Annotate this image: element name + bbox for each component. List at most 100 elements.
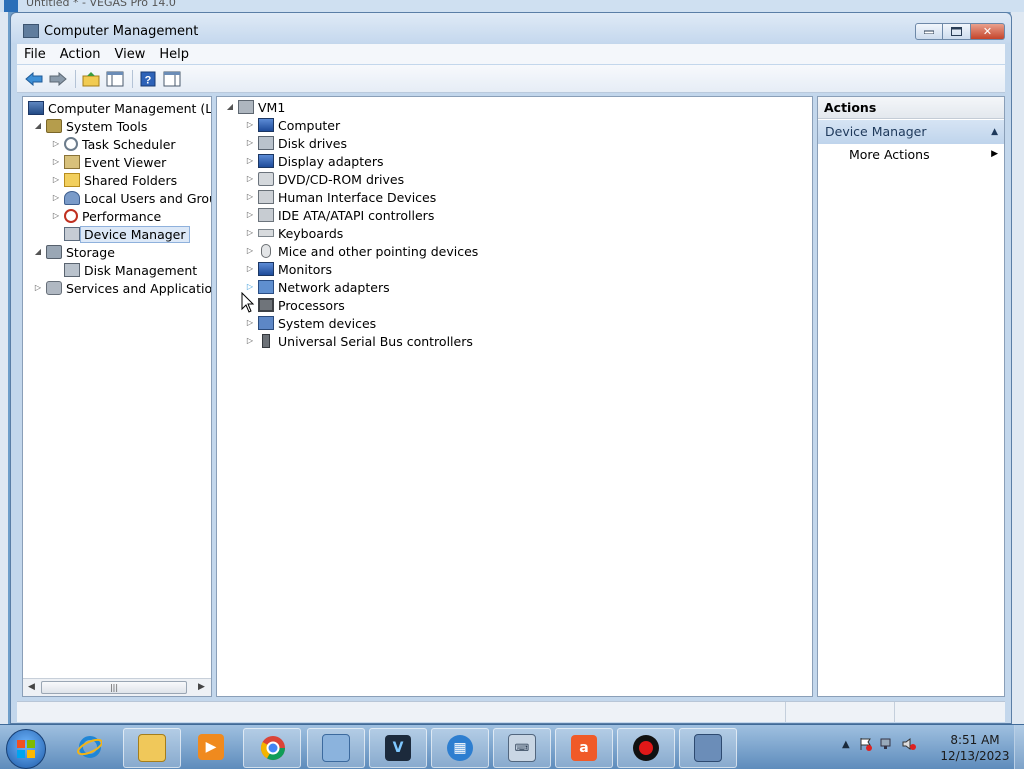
more-actions-link[interactable]: More Actions	[849, 147, 930, 162]
tree-item-storage[interactable]: ◢ Storage	[33, 243, 115, 261]
tree-item-system-tools[interactable]: ◢ System Tools	[33, 117, 147, 135]
actions-section-device-manager[interactable]: Device Manager ▲	[818, 120, 1004, 144]
device-category-monitors[interactable]: ▷ Monitors	[245, 260, 332, 278]
show-hidden-icons-icon[interactable]: ▲	[842, 739, 850, 750]
horizontal-scrollbar[interactable]: ◀ ||| ▶	[23, 678, 211, 696]
help-button[interactable]: ?	[137, 69, 159, 89]
close-button[interactable]: ✕	[971, 23, 1005, 40]
expand-arrow-icon[interactable]: ▷	[245, 336, 255, 346]
device-manager-icon	[64, 227, 80, 241]
collapse-section-icon[interactable]: ▲	[991, 120, 998, 144]
expand-arrow-icon[interactable]: ▷	[245, 138, 255, 148]
taskbar-vegas-pro[interactable]: V	[369, 728, 427, 768]
expand-arrow-icon[interactable]: ▷	[245, 246, 255, 256]
start-button[interactable]	[6, 729, 46, 769]
scrollbar-thumb[interactable]: |||	[41, 681, 187, 694]
expand-arrow-icon[interactable]: ▷	[245, 264, 255, 274]
network-icon[interactable]	[880, 737, 894, 751]
device-category-label: Display adapters	[278, 153, 384, 169]
device-tree-root[interactable]: ◢ VM1	[225, 98, 285, 116]
device-category-mice[interactable]: ▷ Mice and other pointing devices	[245, 242, 478, 260]
taskbar-screen-recorder[interactable]	[617, 728, 675, 768]
taskbar-chrome[interactable]	[243, 728, 301, 768]
device-category-ide-controllers[interactable]: ▷ IDE ATA/ATAPI controllers	[245, 206, 434, 224]
taskbar-remote-desktop[interactable]	[307, 728, 365, 768]
device-category-usb-controllers[interactable]: ▷ Universal Serial Bus controllers	[245, 332, 473, 350]
collapse-arrow-icon[interactable]: ◢	[225, 102, 235, 112]
expand-arrow-icon[interactable]: ▷	[51, 175, 61, 185]
expand-arrow-icon[interactable]: ▷	[245, 174, 255, 184]
window-title: Computer Management	[44, 24, 199, 39]
collapse-arrow-icon[interactable]: ◢	[33, 247, 43, 257]
device-category-label: Computer	[278, 117, 341, 133]
scroll-left-icon[interactable]: ◀	[28, 682, 35, 692]
expand-arrow-icon[interactable]: ▷	[245, 192, 255, 202]
menu-help[interactable]: Help	[152, 47, 196, 62]
maximize-button[interactable]	[943, 23, 971, 40]
up-one-level-button[interactable]	[80, 69, 102, 89]
menu-bar: File Action View Help	[17, 44, 1005, 64]
tree-item-device-manager[interactable]: Device Manager	[61, 225, 190, 243]
tree-item-computer-management[interactable]: Computer Management (Local	[25, 99, 211, 117]
expand-arrow-icon[interactable]: ▷	[245, 156, 255, 166]
app-a-icon: a	[571, 735, 597, 761]
expand-arrow-icon[interactable]: ▷	[33, 283, 43, 293]
device-category-processors[interactable]: Processors	[245, 296, 345, 314]
expand-arrow-icon[interactable]: ▷	[51, 157, 61, 167]
device-category-label: IDE ATA/ATAPI controllers	[278, 207, 435, 223]
tree-item-services[interactable]: ▷ Services and Applications	[33, 279, 211, 297]
device-category-system-devices[interactable]: ▷ System devices	[245, 314, 376, 332]
tree-item-event-viewer[interactable]: ▷ Event Viewer	[51, 153, 166, 171]
clock-date: 12/13/2023	[940, 749, 1010, 763]
back-button[interactable]	[23, 69, 45, 89]
device-category-hid[interactable]: ▷ Human Interface Devices	[245, 188, 436, 206]
expand-arrow-icon[interactable]: ▷	[51, 139, 61, 149]
taskbar-internet-explorer[interactable]	[61, 728, 117, 766]
vegas-app-icon	[4, 0, 18, 12]
menu-action[interactable]: Action	[53, 47, 108, 62]
expand-arrow-icon[interactable]: ▷	[245, 228, 255, 238]
device-category-keyboards[interactable]: ▷ Keyboards	[245, 224, 343, 242]
show-desktop-button[interactable]	[1014, 725, 1024, 769]
show-hide-action-pane-button[interactable]	[161, 69, 183, 89]
expand-arrow-icon[interactable]: ▷	[51, 193, 61, 203]
disk-management-icon	[64, 263, 80, 277]
taskbar-computer-management[interactable]	[679, 728, 737, 768]
taskbar-on-screen-keyboard[interactable]: ⌨	[493, 728, 551, 768]
submenu-arrow-icon[interactable]: ▶	[991, 149, 998, 159]
scroll-right-icon[interactable]: ▶	[198, 682, 205, 692]
device-category-network-adapters[interactable]: ▷ Network adapters	[245, 278, 390, 296]
taskbar-video-editor[interactable]: ▦	[431, 728, 489, 768]
toolbar-separator	[75, 69, 76, 88]
expand-arrow-icon[interactable]: ▷	[245, 210, 255, 220]
forward-button[interactable]	[47, 69, 69, 89]
device-category-dvd-drives[interactable]: ▷ DVD/CD-ROM drives	[245, 170, 404, 188]
tree-item-local-users[interactable]: ▷ Local Users and Groups	[51, 189, 211, 207]
title-bar[interactable]: Computer Management ✕	[11, 13, 1011, 43]
expand-arrow-icon[interactable]: ▷	[51, 211, 61, 221]
device-category-label: Human Interface Devices	[278, 189, 437, 205]
action-center-flag-icon[interactable]	[858, 737, 872, 751]
expand-arrow-icon[interactable]: ▷	[245, 120, 255, 130]
collapse-arrow-icon[interactable]: ◢	[33, 121, 43, 131]
system-clock[interactable]: 8:51 AM 12/13/2023	[940, 732, 1010, 764]
tree-item-performance[interactable]: ▷ Performance	[51, 207, 161, 225]
tree-item-disk-management[interactable]: Disk Management	[61, 261, 197, 279]
expand-arrow-icon[interactable]: ▷	[245, 282, 255, 292]
tree-item-shared-folders[interactable]: ▷ Shared Folders	[51, 171, 177, 189]
device-category-label: Network adapters	[278, 279, 390, 295]
menu-file[interactable]: File	[17, 47, 53, 62]
device-category-disk-drives[interactable]: ▷ Disk drives	[245, 134, 347, 152]
show-hide-console-tree-button[interactable]	[104, 69, 126, 89]
taskbar-file-explorer[interactable]	[123, 728, 181, 768]
device-category-display-adapters[interactable]: ▷ Display adapters	[245, 152, 384, 170]
taskbar-media-player[interactable]: ▶	[183, 728, 239, 766]
expand-arrow-icon[interactable]: ▷	[245, 318, 255, 328]
computer-management-icon	[694, 734, 722, 762]
taskbar-app-a[interactable]: a	[555, 728, 613, 768]
minimize-button[interactable]	[915, 23, 943, 40]
menu-view[interactable]: View	[107, 47, 152, 62]
tree-item-task-scheduler[interactable]: ▷ Task Scheduler	[51, 135, 176, 153]
device-category-computer[interactable]: ▷ Computer	[245, 116, 340, 134]
volume-muted-icon[interactable]	[902, 737, 916, 751]
